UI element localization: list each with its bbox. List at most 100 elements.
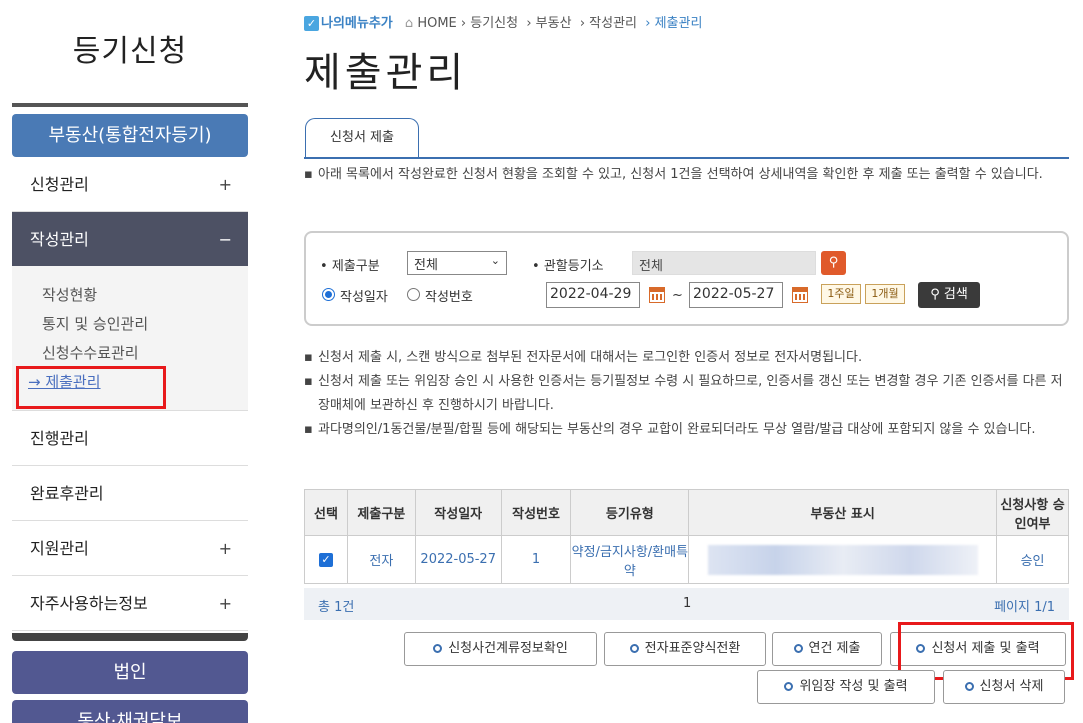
table-summary: 총 1건 1 페이지 1/1	[304, 588, 1069, 620]
category-movable-button[interactable]: 동산·채권담보	[12, 700, 248, 723]
bullet-icon: ▪	[304, 350, 313, 365]
page-number[interactable]: 1	[683, 596, 691, 611]
one-month-button[interactable]: 1개월	[865, 284, 905, 304]
table-row[interactable]: ✓ 전자 2022-05-27 1 약정/금지사항/환매특약 승인	[304, 535, 1069, 584]
bullet-icon: ▪	[304, 422, 313, 437]
button-label: 위임장 작성 및 출력	[799, 679, 908, 694]
cell-property-redacted[interactable]	[688, 535, 998, 584]
application-table: 선택 제출구분 작성일자 작성번호 등기유형 부동산 표시 신청사항 승인여부 …	[304, 489, 1069, 584]
page-info: 페이지 1/1	[994, 600, 1055, 615]
power-of-attorney-button[interactable]: 위임장 작성 및 출력	[757, 670, 935, 704]
submit-type-select[interactable]: 전체 ⌄	[407, 251, 507, 275]
notice-text-content: 신청서 제출 시, 스캔 방식으로 첨부된 전자문서에 대해서는 로그인한 인증…	[318, 350, 863, 365]
submenu-item-status[interactable]: 작성현황	[42, 284, 97, 305]
category-corporation-button[interactable]: 법인	[12, 651, 248, 694]
check-icon: ✓	[304, 16, 319, 31]
submenu-item-fee[interactable]: 신청수수료관리	[42, 342, 139, 363]
notice-text-content: 과다명의인/1동건물/분필/합필 등에 해당되는 부동산의 경우 교합이 완료되…	[318, 422, 1036, 437]
total-count: 총 1건	[318, 600, 355, 615]
circle-icon	[784, 682, 794, 691]
divider	[12, 633, 248, 641]
sidebar-item-label: 진행관리	[30, 429, 89, 448]
button-label: 신청서 삭제	[979, 679, 1044, 694]
radio-by-date[interactable]	[322, 288, 335, 301]
highlight-box	[16, 366, 166, 409]
select-cell[interactable]: ✓	[304, 535, 348, 584]
button-label: 전자표준양식전환	[644, 641, 741, 656]
search-icon[interactable]: ⚲	[821, 251, 846, 275]
sidebar-item-frequent-info[interactable]: 자주사용하는정보 +	[12, 576, 248, 631]
radio-by-number-label: 작성번호	[425, 290, 473, 305]
notice-text: ▪ 과다명의인/1동건물/분필/합필 등에 해당되는 부동산의 경우 교합이 완…	[304, 418, 1069, 442]
sidebar-item-progress[interactable]: 진행관리	[12, 411, 248, 466]
one-week-button[interactable]: 1주일	[821, 284, 861, 304]
cell-submit-type[interactable]: 전자	[346, 535, 416, 584]
home-icon[interactable]: ⌂	[405, 16, 413, 31]
registry-input[interactable]: 전체	[632, 251, 816, 275]
standard-form-convert-button[interactable]: 전자표준양식전환	[604, 632, 766, 666]
breadcrumb-item[interactable]: › 등기신청	[461, 16, 518, 31]
column-header: 제출구분	[346, 489, 416, 536]
select-value: 전체	[414, 258, 438, 273]
page-title: 제출관리	[304, 50, 468, 96]
add-favorite-menu-button[interactable]: ✓ 나의메뉴추가	[304, 12, 393, 31]
date-from-input[interactable]: 2022-04-29	[546, 282, 640, 308]
cell-approval[interactable]: 승인	[996, 535, 1069, 584]
sidebar-item-after-completion[interactable]: 완료후관리	[12, 466, 248, 521]
linked-submit-button[interactable]: 연건 제출	[772, 632, 882, 666]
range-separator: ~	[672, 288, 683, 303]
calendar-icon[interactable]	[792, 287, 808, 303]
registry-label: • 관할등기소	[532, 259, 604, 274]
notice-text: ▪ 신청서 제출 또는 위임장 승인 시 사용한 인증서는 등기필정보 수령 시…	[304, 370, 1069, 418]
expand-icon[interactable]: +	[219, 521, 232, 576]
column-header: 부동산 표시	[688, 489, 998, 536]
breadcrumb-item[interactable]: › 작성관리	[580, 16, 637, 31]
category-realestate-button[interactable]: 부동산(통합전자등기)	[12, 114, 248, 157]
column-header: 등기유형	[570, 489, 690, 536]
sidebar-item-application[interactable]: 신청관리 +	[12, 157, 248, 212]
bullet-icon: ▪	[304, 167, 313, 182]
search-button-label: 검색	[943, 287, 968, 302]
delete-application-button[interactable]: 신청서 삭제	[943, 670, 1065, 704]
breadcrumb: ✓ 나의메뉴추가 ⌂ HOME › 등기신청 › 부동산 › 작성관리 › 제출관…	[304, 12, 702, 31]
table-header-row: 선택 제출구분 작성일자 작성번호 등기유형 부동산 표시 신청사항 승인여부	[304, 489, 1069, 536]
divider	[12, 103, 248, 107]
collapse-icon[interactable]: −	[219, 212, 232, 267]
search-panel: • 제출구분 전체 ⌄ • 관할등기소 전체 ⚲ 작성일자 작성번호 2022-…	[304, 231, 1069, 326]
row-checkbox[interactable]: ✓	[318, 553, 333, 567]
tab-application-submit[interactable]: 신청서 제출	[305, 118, 419, 158]
breadcrumb-home[interactable]: HOME	[417, 16, 456, 31]
sidebar-item-label: 신청관리	[30, 175, 89, 194]
button-label: 신청사건계류정보확인	[448, 641, 568, 656]
sidebar-item-label: 작성관리	[30, 230, 89, 249]
search-icon: ⚲	[930, 287, 940, 302]
submenu-item-notice-approval[interactable]: 통지 및 승인관리	[42, 313, 148, 334]
notice-text-content: 아래 목록에서 작성완료한 신청서 현황을 조회할 수 있고, 신청서 1건을 …	[318, 167, 1043, 182]
sidebar-item-support[interactable]: 지원관리 +	[12, 521, 248, 576]
cell-number[interactable]: 1	[500, 535, 572, 584]
calendar-icon[interactable]	[649, 287, 665, 303]
sidebar-item-label: 완료후관리	[30, 484, 104, 503]
search-button[interactable]: ⚲ 검색	[918, 282, 980, 308]
sidebar-item-label: 자주사용하는정보	[30, 594, 148, 613]
sidebar-item-label: 지원관리	[30, 539, 89, 558]
breadcrumb-current: › 제출관리	[645, 16, 703, 31]
column-header: 선택	[304, 489, 348, 536]
expand-icon[interactable]: +	[219, 576, 232, 631]
radio-by-date-label: 작성일자	[340, 290, 388, 305]
circle-icon	[793, 644, 803, 653]
circle-icon	[964, 682, 974, 691]
sidebar-title: 등기신청	[72, 34, 188, 69]
circle-icon	[629, 644, 639, 653]
cell-registration-type[interactable]: 약정/금지사항/환매특약	[570, 535, 690, 584]
expand-icon[interactable]: +	[219, 157, 232, 212]
column-header: 작성일자	[414, 489, 502, 536]
breadcrumb-item[interactable]: › 부동산	[526, 16, 571, 31]
notice-text-content: 신청서 제출 또는 위임장 승인 시 사용한 인증서는 등기필정보 수령 시 필…	[318, 374, 1063, 413]
cell-date[interactable]: 2022-05-27	[414, 535, 502, 584]
date-to-input[interactable]: 2022-05-27	[689, 282, 783, 308]
button-label: 연건 제출	[808, 641, 861, 656]
sidebar-item-drafting[interactable]: 작성관리 −	[12, 212, 248, 267]
pending-case-check-button[interactable]: 신청사건계류정보확인	[404, 632, 597, 666]
radio-by-number[interactable]	[407, 288, 420, 301]
